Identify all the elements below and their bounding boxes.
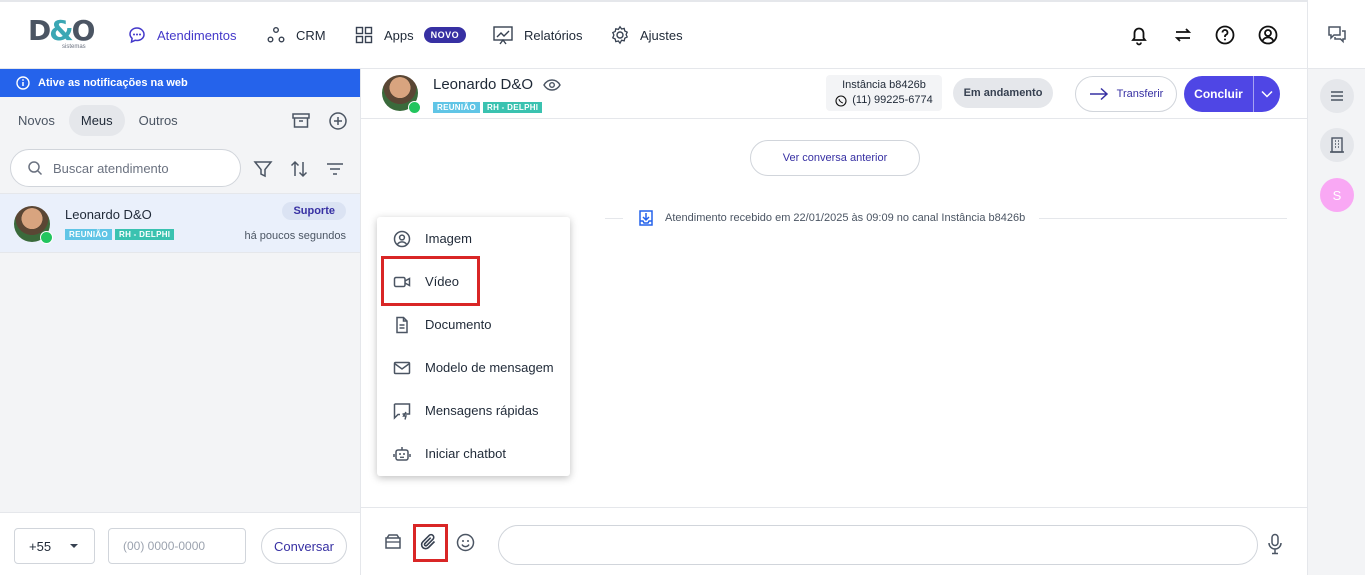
system-event: Atendimento recebido em 22/01/2025 às 09… (623, 209, 1040, 227)
chat-header: Leonardo D&O REUNIÃO RH - DELPHI Instânci… (361, 69, 1307, 119)
country-code-select[interactable]: +55 (14, 528, 95, 564)
top-navbar: D&O sistemas Atendimentos CRM Apps NOVO … (0, 0, 1307, 69)
new-conversation-bar: +55 (00) 0000-0000 Conversar (0, 512, 360, 575)
bell-icon[interactable] (1128, 24, 1150, 46)
nav-relatorios[interactable]: Relatórios (492, 22, 583, 48)
building-icon[interactable] (1320, 128, 1354, 162)
contact-tags: REUNIÃO RH - DELPHI (65, 224, 177, 242)
eye-icon[interactable] (543, 78, 561, 92)
logo[interactable]: D&O sistemas (28, 16, 95, 54)
whatsapp-icon (408, 101, 421, 114)
caret-down-icon (69, 543, 79, 549)
whatsapp-icon (40, 231, 53, 244)
emoji-icon[interactable] (456, 533, 475, 552)
conversation-list-item[interactable]: Leonardo D&O REUNIÃO RH - DELPHI Suporte … (0, 193, 360, 253)
message-composer (361, 507, 1307, 575)
user-circle-icon[interactable] (1257, 24, 1279, 46)
robot-icon (393, 445, 411, 463)
archive-box-icon[interactable] (384, 533, 402, 551)
image-icon (393, 230, 411, 248)
transfer-button[interactable]: Transferir (1075, 76, 1177, 112)
highlight-box-attach (413, 524, 448, 562)
grid-icon (354, 25, 374, 45)
info-icon (16, 76, 30, 90)
nav-apps[interactable]: Apps NOVO (354, 22, 467, 48)
gear-icon (610, 25, 630, 45)
menu-item-imagem[interactable]: Imagem (377, 217, 570, 260)
mail-icon (393, 359, 411, 377)
conversation-time: há poucos segundos (244, 230, 346, 242)
phone-input[interactable]: (00) 0000-0000 (108, 528, 246, 564)
chat-contact-name: Leonardo D&O (433, 76, 534, 93)
status-badge: Em andamento (953, 78, 1053, 108)
search-input[interactable]: Buscar atendimento (10, 149, 241, 187)
tag-rh-delphi: RH - DELPHI (115, 229, 175, 240)
message-input[interactable] (498, 525, 1258, 565)
queue-badge: Suporte (282, 202, 346, 220)
chats-icon[interactable] (1327, 24, 1347, 44)
tab-meus[interactable]: Meus (68, 105, 125, 136)
tab-novos[interactable]: Novos (10, 105, 63, 136)
chat-contact-tags: REUNIÃO RH - DELPHI (433, 97, 545, 115)
chart-icon (492, 25, 514, 45)
add-circle-icon[interactable] (328, 111, 348, 131)
nav-atendimentos[interactable]: Atendimentos (127, 22, 237, 48)
switch-icon[interactable] (1172, 24, 1194, 46)
start-conversation-button[interactable]: Conversar (261, 528, 347, 564)
menu-icon[interactable] (1320, 79, 1354, 113)
document-icon (393, 316, 411, 334)
conversations-panel: Ative as notificações na web Novos Meus … (0, 69, 361, 575)
whatsapp-outline-icon (835, 94, 847, 107)
help-icon[interactable] (1214, 24, 1236, 46)
right-rail: S (1307, 0, 1365, 575)
chevron-down-icon[interactable] (1253, 76, 1280, 112)
new-badge: NOVO (423, 27, 467, 43)
nav-crm[interactable]: CRM (266, 22, 326, 48)
tab-outros[interactable]: Outros (131, 105, 186, 136)
microphone-icon[interactable] (1266, 533, 1284, 555)
instance-info: Instância b8426b (11) 99225-6774 (826, 75, 942, 111)
contact-name: Leonardo D&O (65, 207, 152, 222)
user-avatar[interactable]: S (1320, 178, 1354, 212)
menu-item-modelo-mensagem[interactable]: Modelo de mensagem (377, 346, 570, 389)
search-icon (27, 160, 43, 176)
previous-conversation-button[interactable]: Ver conversa anterior (750, 140, 920, 176)
nodes-icon (266, 25, 286, 45)
nav-ajustes[interactable]: Ajustes (610, 22, 683, 48)
tag-reuniao: REUNIÃO (65, 229, 112, 240)
menu-item-iniciar-chatbot[interactable]: Iniciar chatbot (377, 432, 570, 475)
conversation-tabs: Novos Meus Outros (10, 105, 186, 136)
sort-icon[interactable] (288, 158, 310, 180)
highlight-box-video (381, 256, 480, 306)
menu-item-mensagens-rapidas[interactable]: Mensagens rápidas (377, 389, 570, 432)
archive-icon[interactable] (291, 111, 311, 131)
inbox-download-icon (637, 209, 655, 227)
conclude-button[interactable]: Concluir (1184, 76, 1280, 112)
notification-banner[interactable]: Ative as notificações na web (0, 69, 360, 97)
quick-message-icon (393, 402, 411, 420)
arrow-right-icon (1089, 87, 1109, 101)
chat-bubble-icon (127, 25, 147, 45)
filter-icon[interactable] (252, 158, 274, 180)
menu-item-documento[interactable]: Documento (377, 303, 570, 346)
list-filter-icon[interactable] (324, 158, 346, 180)
